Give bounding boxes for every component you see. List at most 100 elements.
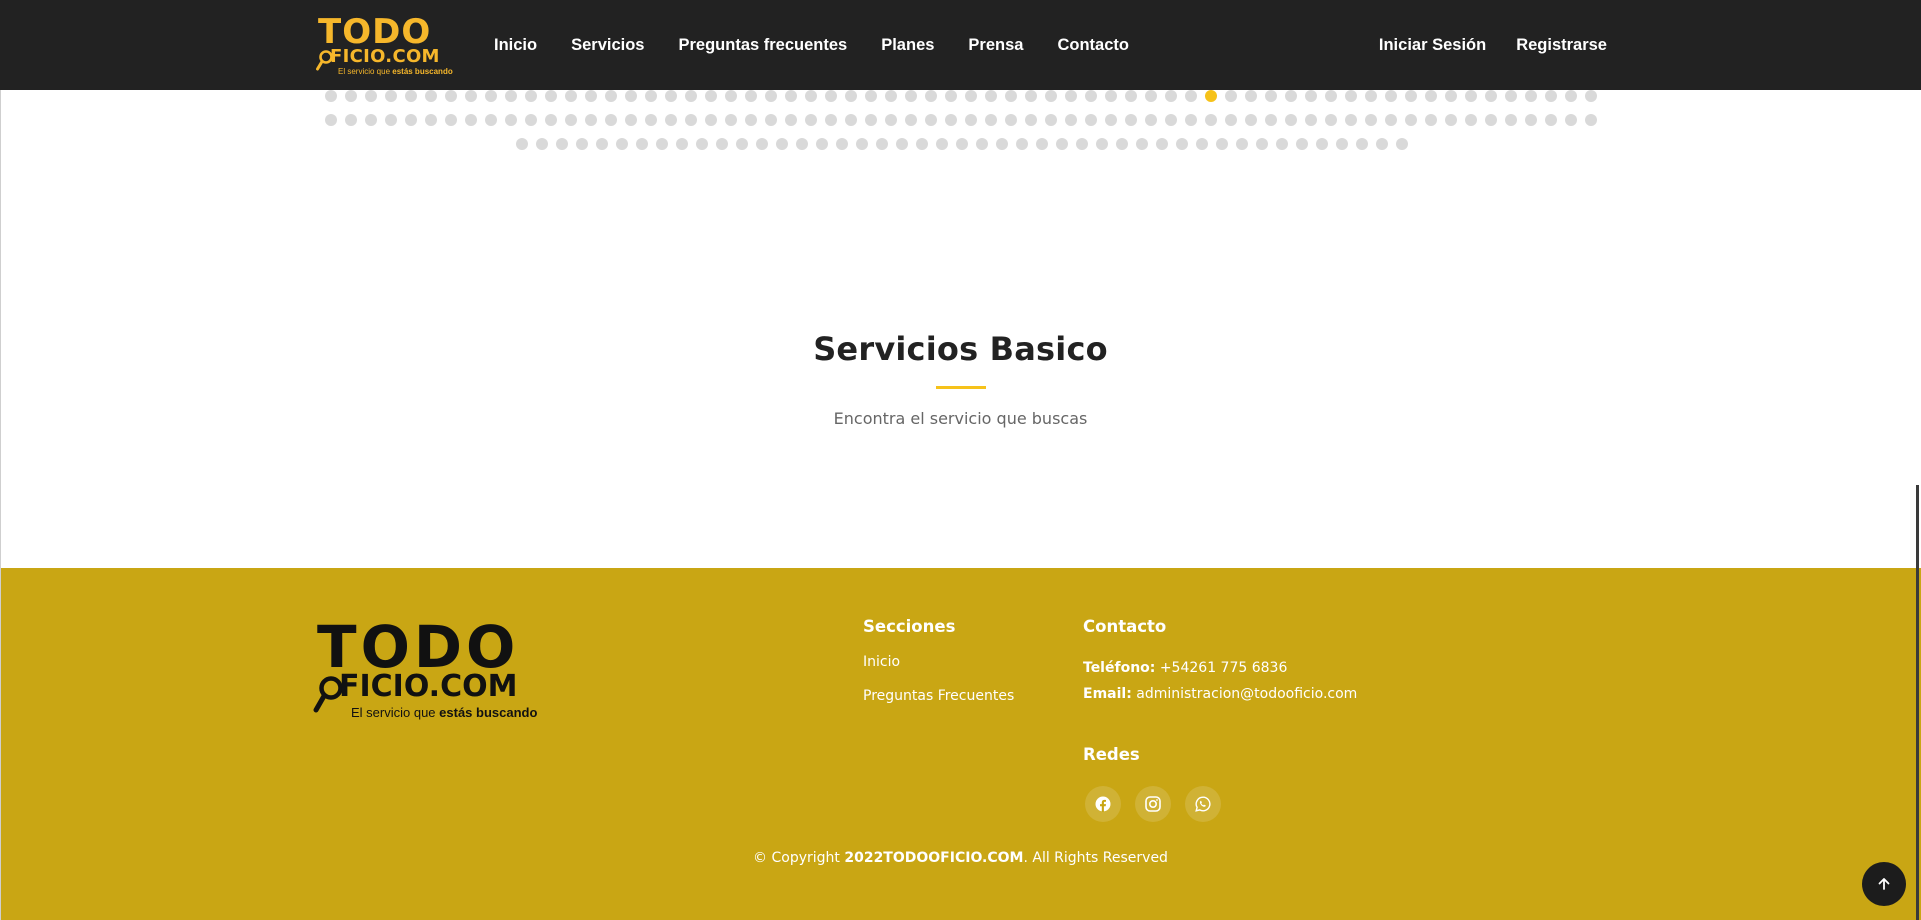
pagination-dot[interactable] (1545, 90, 1557, 102)
login-link[interactable]: Iniciar Sesión (1379, 36, 1486, 55)
pagination-dot[interactable] (1316, 138, 1328, 150)
pagination-dot[interactable] (956, 138, 968, 150)
pagination-dot[interactable] (1145, 114, 1157, 126)
footer-link-preguntas-frecuentes[interactable]: Preguntas Frecuentes (863, 688, 1014, 704)
pagination-dot[interactable] (825, 114, 837, 126)
pagination-dot[interactable] (1405, 114, 1417, 126)
pagination-dot[interactable] (916, 138, 928, 150)
pagination-dot[interactable] (485, 90, 497, 102)
pagination-dot[interactable] (1116, 138, 1128, 150)
pagination-dot[interactable] (1065, 90, 1077, 102)
pagination-dot[interactable] (1185, 90, 1197, 102)
pagination-dot[interactable] (1345, 90, 1357, 102)
pagination-dot[interactable] (345, 114, 357, 126)
pagination-dot[interactable] (965, 114, 977, 126)
pagination-dot[interactable] (565, 90, 577, 102)
pagination-dot[interactable] (1545, 114, 1557, 126)
pagination-dot[interactable] (1425, 90, 1437, 102)
footer-logo[interactable]: TODO FICIO.COM El servicio que estás bus… (313, 618, 573, 720)
pagination-dot[interactable] (685, 90, 697, 102)
pagination-dot[interactable] (756, 138, 768, 150)
pagination-dot[interactable] (1125, 90, 1137, 102)
pagination-dot[interactable] (1405, 90, 1417, 102)
nav-contacto[interactable]: Contacto (1057, 36, 1129, 55)
pagination-dot[interactable] (1325, 90, 1337, 102)
pagination-dot[interactable] (425, 90, 437, 102)
pagination-dot[interactable] (725, 90, 737, 102)
pagination-dot[interactable] (925, 90, 937, 102)
pagination-dot[interactable] (1305, 90, 1317, 102)
pagination-dot[interactable] (536, 138, 548, 150)
pagination-dot[interactable] (976, 138, 988, 150)
pagination-dot[interactable] (625, 90, 637, 102)
pagination-dot[interactable] (1376, 138, 1388, 150)
pagination-dot[interactable] (865, 114, 877, 126)
pagination-dot[interactable] (585, 114, 597, 126)
pagination-dot[interactable] (1565, 90, 1577, 102)
pagination-dot[interactable] (596, 138, 608, 150)
pagination-dot[interactable] (1465, 90, 1477, 102)
pagination-dot[interactable] (1296, 138, 1308, 150)
pagination-dot[interactable] (885, 90, 897, 102)
pagination-dot[interactable] (705, 90, 717, 102)
pagination-dot[interactable] (1525, 90, 1537, 102)
pagination-dot[interactable] (925, 114, 937, 126)
pagination-dot[interactable] (1136, 138, 1148, 150)
nav-inicio[interactable]: Inicio (494, 36, 537, 55)
pagination-dot[interactable] (1176, 138, 1188, 150)
pagination-dot[interactable] (1005, 114, 1017, 126)
pagination-dot[interactable] (965, 90, 977, 102)
pagination-dot[interactable] (836, 138, 848, 150)
pagination-dot[interactable] (1105, 90, 1117, 102)
pagination-dot[interactable] (716, 138, 728, 150)
pagination-dot[interactable] (765, 90, 777, 102)
pagination-dot[interactable] (765, 114, 777, 126)
back-to-top-button[interactable] (1862, 862, 1906, 906)
pagination-dot[interactable] (1045, 90, 1057, 102)
nav-prensa[interactable]: Prensa (968, 36, 1023, 55)
pagination-dot[interactable] (325, 90, 337, 102)
instagram-button[interactable] (1135, 786, 1171, 822)
pagination-dot[interactable] (585, 90, 597, 102)
pagination-dot[interactable] (776, 138, 788, 150)
pagination-dot[interactable] (445, 90, 457, 102)
pagination-dot[interactable] (805, 114, 817, 126)
pagination-dot[interactable] (616, 138, 628, 150)
pagination-dot[interactable] (676, 138, 688, 150)
pagination-dot[interactable] (1285, 114, 1297, 126)
pagination-dot[interactable] (1485, 90, 1497, 102)
pagination-dot[interactable] (1565, 114, 1577, 126)
pagination-dot[interactable] (736, 138, 748, 150)
pagination-dot-active[interactable] (1205, 90, 1217, 102)
pagination-dot[interactable] (1165, 114, 1177, 126)
pagination-dot[interactable] (1325, 114, 1337, 126)
pagination-dot[interactable] (745, 114, 757, 126)
pagination-dot[interactable] (405, 90, 417, 102)
pagination-dot[interactable] (345, 90, 357, 102)
pagination-dot[interactable] (1085, 90, 1097, 102)
pagination-dot[interactable] (1256, 138, 1268, 150)
pagination-dot[interactable] (1196, 138, 1208, 150)
pagination-dot[interactable] (1156, 138, 1168, 150)
pagination-dot[interactable] (485, 114, 497, 126)
pagination-dot[interactable] (1305, 114, 1317, 126)
pagination-dot[interactable] (1216, 138, 1228, 150)
pagination-dot[interactable] (1076, 138, 1088, 150)
pagination-dot[interactable] (1425, 114, 1437, 126)
footer-link-inicio[interactable]: Inicio (863, 654, 900, 670)
pagination-dot[interactable] (605, 114, 617, 126)
pagination-dot[interactable] (445, 114, 457, 126)
pagination-dot[interactable] (645, 114, 657, 126)
pagination-dot[interactable] (996, 138, 1008, 150)
pagination-dot[interactable] (565, 114, 577, 126)
pagination-dot[interactable] (1585, 90, 1597, 102)
pagination-dot[interactable] (1445, 114, 1457, 126)
pagination-dot[interactable] (1276, 138, 1288, 150)
pagination-dot[interactable] (1445, 90, 1457, 102)
pagination-dot[interactable] (885, 114, 897, 126)
pagination-dot[interactable] (665, 90, 677, 102)
pagination-dot[interactable] (936, 138, 948, 150)
pagination-dot[interactable] (825, 90, 837, 102)
pagination-dot[interactable] (516, 138, 528, 150)
pagination-dot[interactable] (1365, 114, 1377, 126)
